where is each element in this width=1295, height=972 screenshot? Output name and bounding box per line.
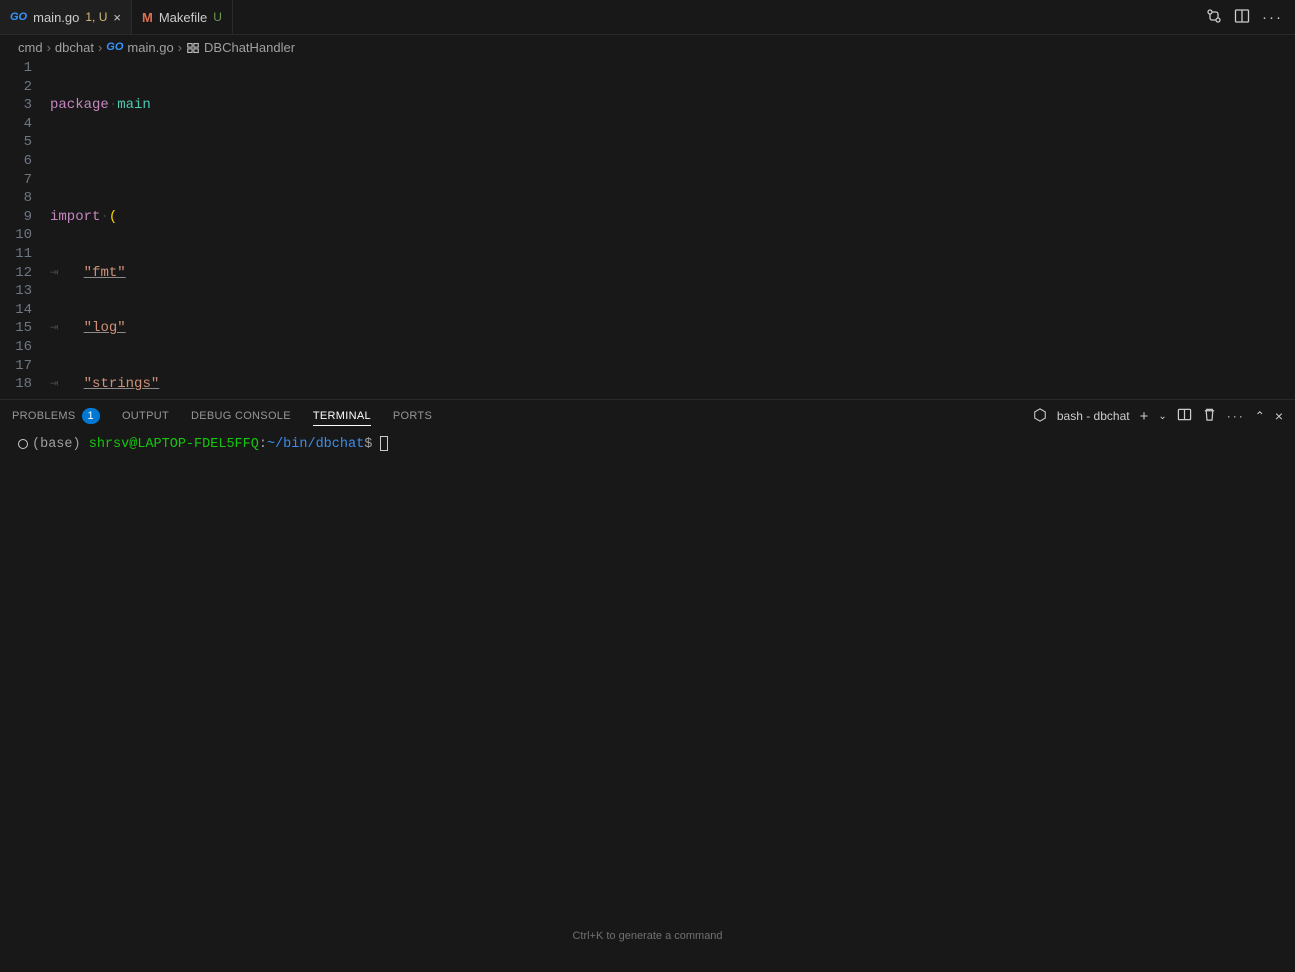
tab-filename: main.go	[33, 10, 79, 25]
chevron-right-icon: ›	[47, 40, 51, 55]
compare-changes-icon[interactable]	[1206, 8, 1222, 27]
symbol-struct-icon	[186, 39, 200, 55]
prompt-indicator-icon	[18, 439, 28, 449]
code-content[interactable]: package·main import·( ⇥ "fmt" ⇥ "log" ⇥ …	[50, 59, 1295, 399]
tab-problems[interactable]: PROBLEMS 1	[12, 408, 100, 424]
tab-filename: Makefile	[159, 10, 207, 25]
terminal-shell-label[interactable]: bash - dbchat	[1057, 409, 1130, 423]
bash-shell-icon	[1033, 408, 1047, 425]
tab-status: 1, U	[85, 10, 107, 24]
breadcrumb-seg[interactable]: dbchat	[55, 40, 94, 55]
tab-debug-console[interactable]: DEBUG CONSOLE	[191, 410, 291, 422]
tab-makefile[interactable]: M Makefile U	[132, 0, 233, 34]
breadcrumb-seg[interactable]: cmd	[18, 40, 43, 55]
command-suggest-hint: Ctrl+K to generate a command	[0, 930, 1295, 942]
chevron-down-icon[interactable]: ⌄	[1158, 411, 1166, 422]
terminal-cursor	[380, 436, 388, 451]
chevron-right-icon: ›	[98, 40, 102, 55]
split-terminal-icon[interactable]	[1177, 407, 1192, 425]
maximize-panel-icon[interactable]: ⌃	[1255, 409, 1265, 423]
line-gutter: 123456789 101112131415161718	[0, 59, 50, 399]
new-terminal-icon[interactable]: +	[1140, 408, 1149, 425]
problems-count-badge: 1	[82, 408, 100, 424]
split-editor-icon[interactable]	[1234, 8, 1250, 27]
go-file-icon: GO	[106, 41, 123, 53]
terminal[interactable]: (base) shrsv@LAPTOP-FDEL5FFQ:~/bin/dbcha…	[0, 432, 1295, 972]
tab-ports[interactable]: PORTS	[393, 410, 432, 422]
tab-status: U	[213, 10, 222, 24]
code-editor[interactable]: 123456789 101112131415161718 package·mai…	[0, 59, 1295, 399]
tab-output[interactable]: OUTPUT	[122, 410, 169, 422]
panel-tabs: PROBLEMS 1 OUTPUT DEBUG CONSOLE TERMINAL…	[0, 399, 1295, 432]
breadcrumb-seg[interactable]: main.go	[127, 40, 173, 55]
close-icon[interactable]: ×	[113, 10, 121, 25]
close-panel-icon[interactable]: ×	[1275, 408, 1283, 424]
breadcrumb-seg[interactable]: DBChatHandler	[204, 40, 295, 55]
chevron-right-icon: ›	[178, 40, 182, 55]
more-actions-icon[interactable]: ···	[1227, 409, 1245, 423]
editor-tabs: GO main.go 1, U × M Makefile U ···	[0, 0, 1295, 35]
tab-main-go[interactable]: GO main.go 1, U ×	[0, 0, 132, 34]
breadcrumb[interactable]: cmd › dbchat › GO main.go › DBChatHandle…	[0, 35, 1295, 59]
go-file-icon: GO	[10, 11, 27, 23]
makefile-icon: M	[142, 10, 153, 25]
tab-terminal[interactable]: TERMINAL	[313, 410, 371, 426]
kill-terminal-icon[interactable]	[1202, 407, 1217, 425]
more-actions-icon[interactable]: ···	[1262, 9, 1283, 26]
